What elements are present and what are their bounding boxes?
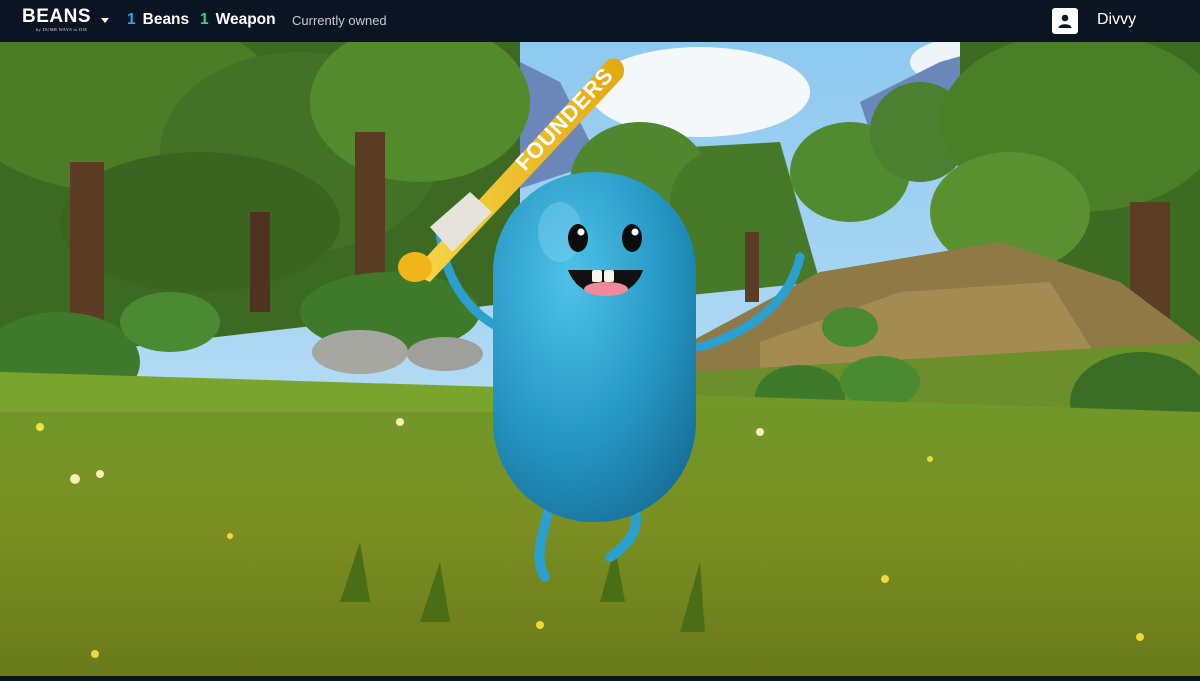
user-icon[interactable] (1052, 8, 1078, 34)
chevron-down-icon[interactable] (99, 13, 111, 25)
weapon-count-stat: 1 Weapon (200, 11, 276, 29)
username-label[interactable]: Divvy (1097, 11, 1136, 29)
beans-label: Beans (142, 11, 190, 28)
bean-character (493, 172, 696, 522)
currently-owned-label: Currently owned (292, 13, 387, 28)
top-navigation-bar: BEANS by DUMB WAYS to DIE 1 Beans 1 Weapon… (0, 0, 1200, 42)
weapon-label: Weapon (215, 11, 276, 28)
game-scene: FOUNDERS (0, 12, 1200, 676)
weapon-count: 1 (200, 11, 209, 28)
logo-wordmark: BEANS (22, 6, 92, 27)
beans-logo[interactable]: BEANS by DUMB WAYS to DIE (22, 6, 92, 33)
scene-illustration: FOUNDERS (0, 12, 1200, 676)
beans-count-stat: 1 Beans (127, 11, 189, 29)
logo-subtext: by DUMB WAYS to DIE (36, 27, 88, 32)
beans-count: 1 (127, 11, 136, 28)
